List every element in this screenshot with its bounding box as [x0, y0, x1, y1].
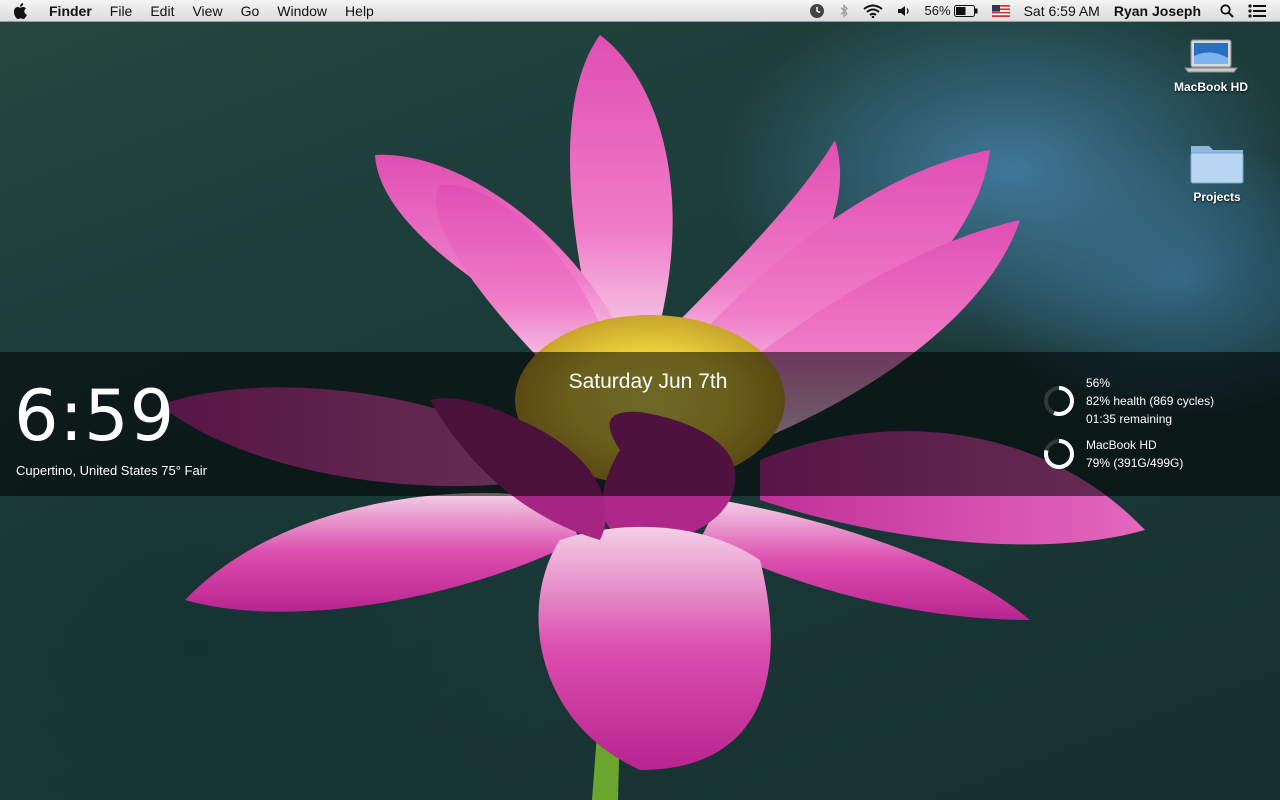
battery-level: 56%: [1086, 376, 1111, 390]
menu-edit[interactable]: Edit: [141, 0, 183, 22]
wifi-icon[interactable]: [856, 0, 890, 22]
desktop-icon-label: MacBook HD: [1173, 80, 1248, 94]
menu-bar: Finder File Edit View Go Window Help 56%…: [0, 0, 1280, 22]
volume-icon[interactable]: [890, 0, 918, 22]
widget-weather: Cupertino, United States 75° Fair: [16, 463, 207, 478]
menu-window[interactable]: Window: [268, 0, 336, 22]
user-menu[interactable]: Ryan Joseph: [1107, 0, 1213, 22]
apple-menu-icon[interactable]: [0, 2, 40, 19]
info-widget-band: 6:59 Cupertino, United States 75° Fair S…: [0, 352, 1280, 496]
spotlight-search-icon[interactable]: [1213, 0, 1241, 22]
battery-widget: 56% 82% health (869 cycles) 01:35 remain…: [1042, 374, 1214, 428]
desktop-icon-label: Projects: [1193, 190, 1241, 204]
menu-finder[interactable]: Finder: [40, 0, 101, 22]
disk-ring-icon: [1044, 439, 1074, 469]
battery-remaining: 01:35 remaining: [1086, 412, 1173, 426]
battery-percent: 56%: [924, 3, 951, 18]
menubar-clock[interactable]: Sat 6:59 AM: [1017, 0, 1107, 22]
desktop-icon-projects[interactable]: Projects: [1167, 140, 1267, 204]
bluetooth-icon[interactable]: [832, 0, 856, 22]
battery-ring-icon: [1044, 386, 1074, 416]
desktop-icon-macbook-hd[interactable]: MacBook HD: [1161, 36, 1261, 94]
desktop: Finder File Edit View Go Window Help 56%…: [0, 0, 1280, 800]
battery-status[interactable]: 56%: [918, 0, 985, 22]
menu-help[interactable]: Help: [336, 0, 383, 22]
battery-icon: [953, 4, 978, 17]
folder-icon: [1190, 146, 1244, 184]
time-machine-icon[interactable]: [802, 0, 832, 22]
disk-usage: 79% (391G/499G): [1086, 456, 1184, 470]
notification-center-icon[interactable]: [1241, 0, 1280, 22]
menu-go[interactable]: Go: [232, 0, 269, 22]
hard-drive-icon: [1184, 39, 1238, 73]
battery-health: 82% health (869 cycles): [1086, 394, 1215, 408]
disk-name: MacBook HD: [1086, 438, 1157, 452]
menu-view[interactable]: View: [183, 0, 231, 22]
flag-us-icon[interactable]: [985, 0, 1017, 22]
menu-file[interactable]: File: [101, 0, 142, 22]
disk-widget: MacBook HD 79% (391G/499G): [1042, 436, 1183, 472]
